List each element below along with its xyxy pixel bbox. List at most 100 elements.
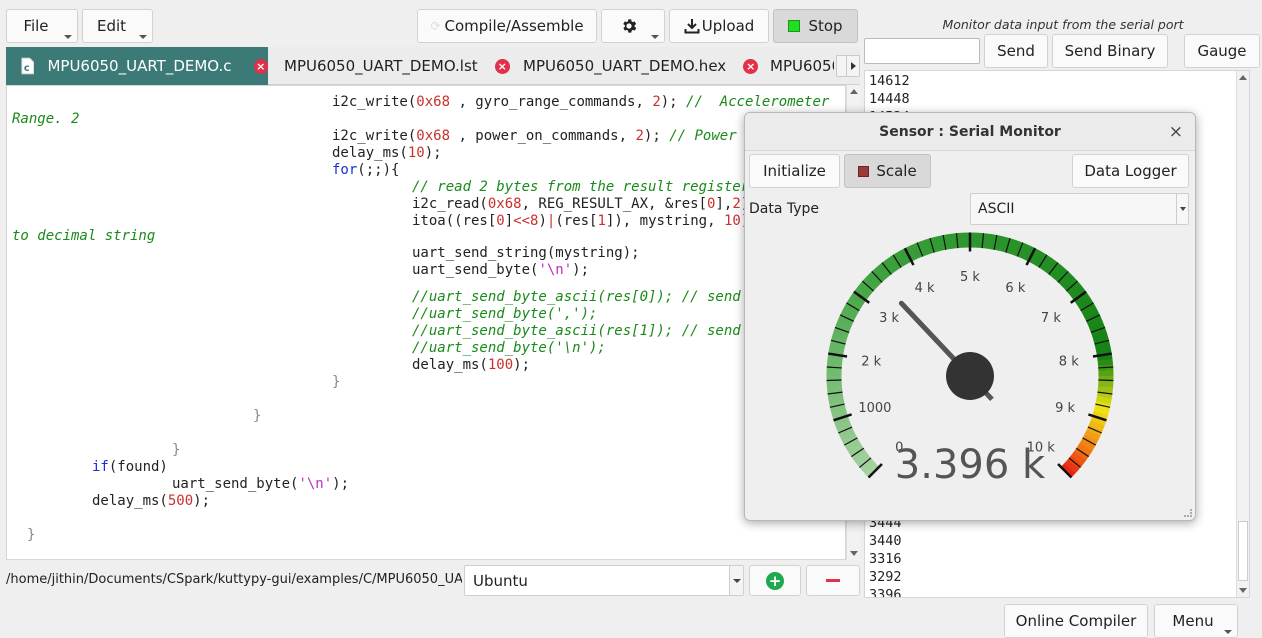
- code-token: delay_ms(: [412, 357, 488, 373]
- gauge-arc-segment: [1019, 243, 1031, 260]
- send-binary-label: Send Binary: [1064, 42, 1156, 60]
- scroll-down-icon[interactable]: [1239, 588, 1247, 593]
- online-compiler-button[interactable]: Online Compiler: [1004, 604, 1148, 638]
- send-binary-button[interactable]: Send Binary: [1052, 34, 1168, 68]
- code-line: Range. 2: [12, 111, 79, 128]
- code-token: 10: [723, 213, 741, 229]
- code-token: 0x68: [487, 196, 522, 212]
- data-type-select[interactable]: ASCII: [970, 193, 1189, 225]
- code-token: Range. 2: [12, 111, 80, 127]
- tab-mpu6050-hex[interactable]: MPU6050_UART_DEMO.hex ×: [523, 47, 759, 85]
- code-token: //uart_send_byte_ascii(res[0]); // send …: [412, 289, 767, 305]
- code-token: //uart_send_byte(',');: [412, 306, 598, 322]
- gauge-arc-segment: [1064, 459, 1080, 474]
- send-button[interactable]: Send: [984, 34, 1048, 68]
- code-line: for(;;){: [332, 162, 399, 179]
- sensor-serial-monitor-dialog: Sensor : Serial Monitor × Initialize Sca…: [744, 112, 1196, 521]
- serial-value: 3440: [869, 533, 902, 549]
- gauge-arc-segment: [860, 459, 876, 474]
- code-token: (res[: [555, 213, 598, 229]
- code-editor[interactable]: i2c_write(0x68 , gyro_range_commands, 2)…: [6, 85, 846, 560]
- chevron-down-icon: [651, 35, 659, 39]
- gauge-arc-segment: [829, 342, 846, 351]
- code-token: //uart_send_byte('\n');: [412, 340, 606, 356]
- tab-scroll-right-button[interactable]: [846, 55, 860, 77]
- gauge-arc-segment: [1084, 429, 1101, 442]
- scale-button[interactable]: Scale: [844, 154, 931, 188]
- edit-menu-button[interactable]: Edit: [82, 9, 153, 43]
- code-token: );: [193, 493, 211, 509]
- gauge-tick-label: 1000: [858, 401, 891, 416]
- code-token: }: [27, 527, 36, 543]
- chevron-right-icon: [850, 62, 856, 70]
- code-token: ],: [715, 196, 733, 212]
- code-token: );: [660, 94, 687, 110]
- gauge-arc-segment: [1032, 250, 1046, 267]
- code-token: '\n': [538, 262, 573, 278]
- gauge-tick-label: 5 k: [960, 270, 980, 285]
- data-type-label: Data Type: [749, 201, 820, 217]
- code-line: }: [332, 374, 340, 391]
- gauge-arc-segment: [847, 442, 864, 456]
- code-token: }: [253, 408, 262, 424]
- code-token: , power_on_commands,: [450, 128, 636, 144]
- settings-button[interactable]: [601, 9, 665, 43]
- code-token: 0x68: [416, 94, 451, 110]
- gauge-arc-segment: [931, 236, 941, 253]
- scroll-up-icon[interactable]: [850, 89, 858, 94]
- os-select[interactable]: Ubuntu: [464, 565, 744, 596]
- serial-input[interactable]: [864, 38, 980, 64]
- code-line: i2c_write(0x68 , gyro_range_commands, 2)…: [332, 94, 829, 111]
- chevron-down-icon: [729, 566, 743, 595]
- gauge-tick-label: 4 k: [915, 281, 935, 296]
- stop-button[interactable]: Stop: [773, 9, 858, 43]
- gauge-widget: 010002 k3 k4 k5 k6 k7 k8 k9 k10 k 3.396 …: [826, 232, 1114, 488]
- gauge-arc-segment: [1053, 266, 1068, 282]
- gauge-arc-segment: [1079, 438, 1096, 452]
- upload-label: Upload: [701, 17, 755, 35]
- dialog-title-bar[interactable]: Sensor : Serial Monitor ×: [745, 113, 1195, 151]
- scroll-up-icon[interactable]: [1239, 75, 1247, 80]
- gauge-tick-label: 9 k: [1055, 401, 1075, 416]
- tab-mpu6050-c[interactable]: c MPU6050_UART_DEMO.c ×: [6, 47, 268, 85]
- upload-button[interactable]: Upload: [669, 9, 769, 43]
- code-token: to decimal string: [12, 228, 156, 244]
- tab-label: MPU6050: [770, 57, 834, 75]
- close-icon[interactable]: ×: [494, 58, 510, 74]
- code-token: 2: [652, 94, 661, 110]
- code-line: delay_ms(10);: [332, 145, 442, 162]
- gauge-arc-segment: [885, 256, 899, 273]
- close-icon[interactable]: ×: [1169, 122, 1183, 142]
- resize-grip-icon[interactable]: [1184, 509, 1192, 517]
- scroll-thumb[interactable]: [1238, 521, 1248, 581]
- gauge-label: Gauge: [1197, 42, 1247, 60]
- data-logger-button[interactable]: Data Logger: [1072, 154, 1189, 188]
- code-token: , REG_RESULT_AX, &res[: [521, 196, 708, 212]
- gauge-arc-segment: [828, 395, 844, 404]
- scroll-down-icon[interactable]: [850, 551, 858, 556]
- code-line: //uart_send_byte('\n');: [412, 340, 606, 357]
- serial-scrollbar[interactable]: [1236, 71, 1249, 597]
- gauge-arc-segment: [1092, 331, 1109, 342]
- close-icon[interactable]: ×: [743, 58, 759, 74]
- file-menu-button[interactable]: File: [6, 9, 78, 43]
- menu-button[interactable]: Menu: [1154, 604, 1238, 638]
- gauge-arc-segment: [936, 235, 946, 252]
- gauge-arc-segment: [835, 320, 852, 332]
- gauge-arc-segment: [1067, 282, 1083, 297]
- gauge-arc-segment: [826, 385, 843, 393]
- code-line: //uart_send_byte_ascii(res[0]); // send …: [412, 289, 766, 306]
- gauge-arc-segment: [999, 236, 1010, 253]
- serial-monitor-header: Monitor data input from the serial port: [942, 17, 1184, 32]
- code-line: uart_send_string(mystring);: [412, 245, 640, 262]
- add-button[interactable]: +: [749, 565, 801, 596]
- gauge-arc-segment: [1049, 263, 1064, 279]
- compile-assemble-button[interactable]: ⟳ Compile/Assemble: [417, 9, 597, 43]
- gauge-arc-segment: [1086, 315, 1103, 328]
- close-icon[interactable]: ×: [253, 58, 268, 74]
- tab-mpu6050-lst[interactable]: MPU6050_UART_DEMO.lst ×: [284, 47, 510, 85]
- remove-button[interactable]: [806, 565, 860, 596]
- initialize-button[interactable]: Initialize: [749, 154, 840, 188]
- tab-mpu6050-partial[interactable]: MPU6050: [770, 47, 834, 85]
- gauge-button[interactable]: Gauge: [1184, 34, 1260, 68]
